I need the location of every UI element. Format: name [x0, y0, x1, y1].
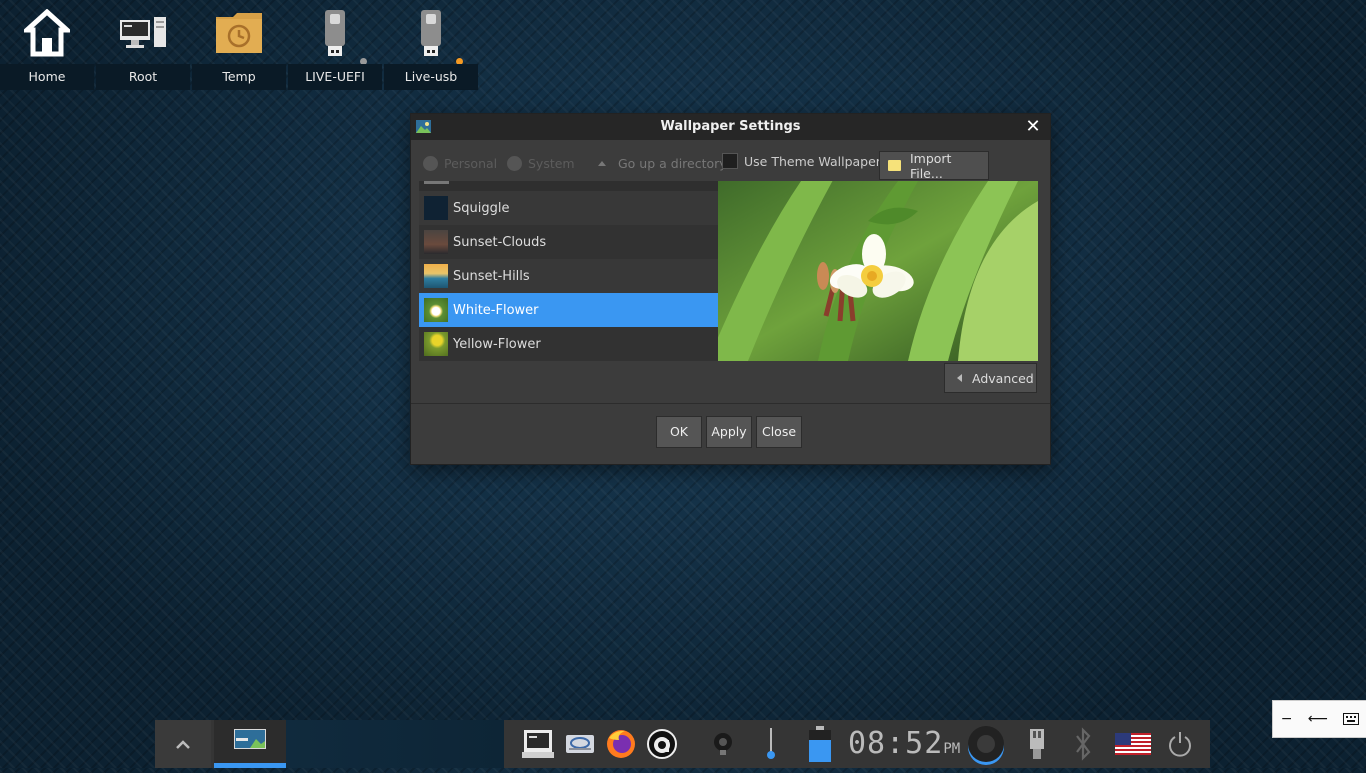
clock[interactable]: 08:52PM: [848, 720, 960, 768]
thumbnail-sunset-hills: [424, 264, 448, 288]
volume-icon[interactable]: [968, 726, 1004, 762]
appimage-launcher[interactable]: [642, 720, 682, 768]
dialog-title: Wallpaper Settings: [660, 119, 801, 134]
advanced-button[interactable]: Advanced: [944, 363, 1037, 393]
list-item-label: White-Flower: [453, 302, 539, 318]
keyboard-layout-tray[interactable]: [1111, 720, 1155, 768]
list-item-label: Squiggle: [453, 200, 510, 216]
usb-tray[interactable]: [1019, 720, 1055, 768]
desktop-icon-live-usb[interactable]: Live-usb: [384, 0, 478, 90]
checkbox-box: [722, 153, 738, 169]
clock-time: 08:52: [848, 726, 944, 761]
list-item-yellow-flower[interactable]: Yellow-Flower: [419, 327, 718, 361]
disk-launcher[interactable]: [560, 720, 600, 768]
wallpaper-app-icon: [234, 729, 266, 749]
clock-ampm: PM: [943, 741, 961, 757]
battery-indicator[interactable]: [800, 720, 840, 768]
arrow-up-icon: [598, 161, 606, 166]
keyboard-icon[interactable]: [1343, 713, 1360, 725]
taskbar-item-wallpaper[interactable]: [214, 720, 286, 768]
desktop-icon-root[interactable]: Root: [96, 0, 190, 90]
list-item-sunset-clouds[interactable]: Sunset-Clouds: [419, 225, 718, 259]
desktop-icon-temp[interactable]: Temp: [192, 0, 286, 90]
thumbnail-sunset-clouds: [424, 230, 448, 254]
home-icon: [0, 8, 94, 58]
back-arrow-button[interactable]: ⟵: [1308, 711, 1328, 727]
radio-system[interactable]: System: [507, 156, 575, 171]
radio-circle-icon: [423, 156, 438, 171]
desktop-icon-live-uefi[interactable]: LIVE-UEFI: [288, 0, 382, 90]
go-up-label: Go up a directory: [618, 156, 727, 171]
list-item-label: Sunset-Clouds: [453, 234, 547, 250]
desktop-icon-label: Root: [96, 64, 190, 90]
power-button[interactable]: [1162, 720, 1198, 768]
disk-icon: [566, 735, 594, 753]
apply-button[interactable]: Apply: [706, 416, 752, 448]
radio-personal-label: Personal: [444, 156, 498, 171]
desktop-icon-label: Live-usb: [384, 64, 478, 90]
thumbnail-yellow-flower: [424, 332, 448, 356]
thumbnail-white-flower: [424, 298, 448, 322]
list-item-white-flower[interactable]: White-Flower: [419, 293, 718, 327]
go-up-directory-button[interactable]: Go up a directory: [598, 156, 727, 171]
use-theme-wallpaper-checkbox[interactable]: Use Theme Wallpaper: [722, 153, 881, 169]
us-flag-icon: [1115, 733, 1151, 755]
brightness-control[interactable]: [705, 720, 741, 768]
advanced-label: Advanced: [972, 370, 1034, 386]
radio-personal[interactable]: Personal: [423, 156, 497, 171]
battery-icon: [809, 726, 831, 762]
temp-folder-icon: [192, 8, 286, 58]
firefox-icon: [607, 730, 635, 758]
brightness-icon: [714, 733, 732, 755]
radio-circle-icon: [507, 156, 522, 171]
mini-toolbar-window: − ⟵: [1272, 700, 1366, 738]
wallpaper-list[interactable]: Squiggle Sunset-Clouds Sunset-Hills Whit…: [419, 181, 718, 361]
list-item-sunset-hills[interactable]: Sunset-Hills: [419, 259, 718, 293]
folder-icon: [888, 160, 901, 171]
computer-icon: [96, 8, 190, 58]
desktop-icon-label: Temp: [192, 64, 286, 90]
usb-drive-icon: [384, 8, 478, 58]
import-label: Import File...: [909, 150, 952, 181]
ok-button[interactable]: OK: [656, 416, 702, 448]
close-icon[interactable]: ✕: [1022, 115, 1044, 139]
list-item-label: Yellow-Flower: [453, 336, 541, 352]
divider: [411, 403, 1050, 404]
dialog-titlebar[interactable]: Wallpaper Settings ✕: [411, 114, 1050, 140]
desktop-icon-label: LIVE-UEFI: [288, 64, 382, 90]
thumbnail-squiggle: [424, 196, 448, 220]
wallpaper-preview: [718, 181, 1038, 361]
taskbar: 08:52PM: [155, 720, 1210, 768]
volume-slider-icon: [767, 728, 775, 759]
usb-icon: [1030, 729, 1044, 759]
active-task-indicator: [214, 763, 286, 768]
use-theme-label: Use Theme Wallpaper: [744, 153, 881, 169]
close-button[interactable]: Close: [756, 416, 802, 448]
minimize-button[interactable]: −: [1281, 711, 1293, 727]
bluetooth-icon: [1076, 727, 1091, 761]
chevron-up-icon: [176, 739, 190, 749]
list-item-squiggle[interactable]: Squiggle: [419, 191, 718, 225]
bluetooth-tray[interactable]: [1065, 720, 1101, 768]
volume-slider[interactable]: [755, 720, 787, 768]
taskbar-spacer: [286, 720, 504, 768]
firefox-launcher[interactable]: [601, 720, 641, 768]
wallpaper-settings-dialog: Wallpaper Settings ✕ Personal System Go …: [410, 113, 1051, 465]
list-item-label: Sunset-Hills: [453, 268, 530, 284]
radio-system-label: System: [528, 156, 575, 171]
desktop-icon-home[interactable]: Home: [0, 0, 94, 90]
appimage-icon: [647, 729, 677, 759]
terminal-icon: [522, 730, 554, 758]
menu-expand-button[interactable]: [155, 720, 211, 768]
terminal-launcher[interactable]: [518, 720, 558, 768]
volume-knob: [977, 735, 995, 753]
power-icon: [1169, 732, 1191, 757]
desktop-icon-label: Home: [0, 64, 94, 90]
import-file-button[interactable]: Import File...: [879, 150, 989, 181]
usb-drive-icon: [288, 8, 382, 58]
list-scroll-hint: [424, 181, 449, 184]
chevron-left-icon: [957, 374, 962, 382]
source-toolbar: Personal System Go up a directory Use Th…: [423, 150, 1040, 181]
